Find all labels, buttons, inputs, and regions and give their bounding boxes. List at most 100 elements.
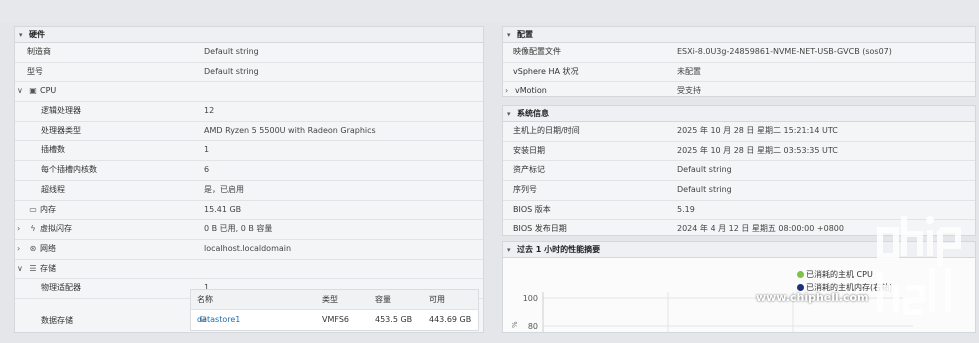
row-vmotion[interactable]: › vMotion 受支持	[503, 82, 975, 101]
system-info-title: 系统信息	[517, 109, 549, 118]
value-hyperthreading: 是，已启用	[204, 184, 244, 194]
label-serial-number: 序列号	[513, 185, 537, 195]
label-cores-per-socket: 每个插槽内核数	[41, 165, 97, 175]
value-asset-tag: Default string	[677, 165, 732, 175]
value-network: localhost.localdomain	[204, 243, 292, 253]
label-physical-adapters: 物理适配器	[41, 283, 81, 293]
row-virtual-flash[interactable]: › ϟ 虚拟闪存 0 B 已用, 0 B 容量	[15, 220, 483, 240]
datastore-table-header: 名称 类型 容量 可用	[191, 290, 478, 310]
col-capacity[interactable]: 容量	[375, 290, 391, 309]
label-image-profile: 映像配置文件	[513, 47, 561, 56]
label-processor-type: 处理器类型	[41, 125, 81, 135]
row-processor-type: 处理器类型 AMD Ryzen 5 5500U with Radeon Grap…	[15, 122, 483, 142]
hardware-title: 硬件	[29, 30, 45, 39]
cpu-icon: ▣	[29, 86, 37, 96]
row-vsphere-ha: vSphere HA 状况 未配置	[503, 63, 975, 83]
chiphell-watermark: www.chiphell.com	[756, 208, 974, 326]
network-globe-icon: ⊛	[29, 243, 37, 253]
label-host-datetime: 主机上的日期/时间	[513, 126, 580, 135]
hardware-panel: ▾ 硬件 制造商 Default string 型号 Default string…	[14, 26, 484, 333]
label-network: 网络	[40, 243, 56, 253]
legend-cpu[interactable]: 已消耗的主机 CPU	[797, 269, 873, 280]
storage-disk-icon: ☰	[29, 263, 37, 273]
label-virtual-flash: 虚拟闪存	[40, 224, 72, 234]
row-hyperthreading: 超线程 是，已启用	[15, 181, 483, 201]
datastore-type: VMFS6	[322, 315, 350, 324]
row-cpu[interactable]: ∨ ▣ CPU	[15, 82, 483, 103]
label-storage: 存储	[40, 263, 56, 273]
label-model: 型号	[27, 66, 43, 76]
value-vmotion: 受支持	[677, 86, 701, 96]
row-host-datetime: 主机上的日期/时间 2025 年 10 月 28 日 星期二 15:21:14 …	[503, 122, 975, 142]
top-toolbar-strip	[0, 0, 979, 22]
collapse-caret-icon[interactable]: ▾	[507, 107, 517, 122]
collapse-caret-icon[interactable]: ▾	[507, 28, 517, 43]
collapse-caret-icon[interactable]: ▾	[507, 243, 517, 258]
expand-chevron-icon[interactable]: ›	[17, 240, 27, 259]
row-memory: ▭ 内存 15.41 GB	[15, 201, 483, 221]
datastore-free: 443.69 GB	[429, 315, 472, 324]
value-install-date: 2025 年 10 月 28 日 星期二 03:53:35 UTC	[677, 145, 838, 155]
value-sockets: 1	[204, 145, 210, 155]
legend-dot-memory	[797, 284, 804, 291]
expand-chevron-icon[interactable]: ∨	[17, 260, 27, 279]
row-asset-tag: 资产标记 Default string	[503, 161, 975, 182]
config-panel: ▾ 配置 映像配置文件 ESXi-8.0U3g-24859861-NVME-NET…	[502, 26, 976, 97]
col-type[interactable]: 类型	[322, 290, 338, 309]
datastore-capacity: 453.5 GB	[375, 315, 413, 324]
label-memory: 内存	[40, 204, 56, 214]
row-install-date: 安装日期 2025 年 10 月 28 日 星期二 03:53:35 UTC	[503, 142, 975, 162]
label-logical-processors: 逻辑处理器	[41, 106, 81, 116]
value-virtual-flash: 0 B 已用, 0 B 容量	[204, 224, 273, 234]
value-image-profile: ESXi-8.0U3g-24859861-NVME-NET-USB-GVCB (…	[677, 47, 892, 56]
label-datastores: 数据存储	[41, 315, 73, 325]
value-cores-per-socket: 6	[204, 165, 210, 175]
config-panel-header[interactable]: ▾ 配置	[503, 27, 975, 43]
performance-title: 过去 1 小时的性能摘要	[517, 245, 601, 254]
row-storage[interactable]: ∨ ☰ 存储	[15, 260, 483, 280]
table-row[interactable]: ⛁ datastore1 VMFS6 453.5 GB 443.69 GB	[191, 310, 478, 329]
value-logical-processors: 12	[204, 106, 215, 116]
value-host-datetime: 2025 年 10 月 28 日 星期二 15:21:14 UTC	[677, 126, 838, 135]
legend-label-cpu: 已消耗的主机 CPU	[806, 270, 873, 279]
row-logical-processors: 逻辑处理器 12	[15, 102, 483, 122]
system-info-panel-header[interactable]: ▾ 系统信息	[503, 106, 975, 122]
collapse-caret-icon[interactable]: ▾	[19, 28, 29, 43]
col-free[interactable]: 可用	[429, 290, 445, 309]
row-cores-per-socket: 每个插槽内核数 6	[15, 161, 483, 181]
row-network[interactable]: › ⊛ 网络 localhost.localdomain	[15, 240, 483, 260]
expand-chevron-icon[interactable]: ∨	[17, 82, 27, 101]
row-model: 型号 Default string	[15, 63, 483, 83]
label-cpu: CPU	[40, 86, 57, 96]
row-sockets: 插槽数 1	[15, 141, 483, 162]
row-serial-number: 序列号 Default string	[503, 181, 975, 201]
col-name[interactable]: 名称	[197, 290, 213, 309]
y-tick-label: 100	[523, 294, 538, 303]
value-serial-number: Default string	[677, 185, 732, 195]
chiphell-logo	[877, 216, 961, 315]
label-bios-version: BIOS 版本	[513, 204, 551, 214]
watermark-url: www.chiphell.com	[756, 291, 869, 304]
label-vsphere-ha: vSphere HA 状况	[513, 66, 579, 76]
value-vsphere-ha: 未配置	[677, 66, 701, 76]
expand-chevron-icon[interactable]: ›	[505, 82, 515, 101]
label-vmotion: vMotion	[515, 86, 547, 96]
label-sockets: 插槽数	[41, 145, 65, 155]
value-processor-type: AMD Ryzen 5 5500U with Radeon Graphics	[204, 125, 376, 135]
value-memory: 15.41 GB	[204, 204, 242, 214]
legend-dot-cpu	[797, 271, 804, 278]
value-manufacturer: Default string	[204, 47, 259, 56]
value-bios-release-date: 2024 年 4 月 12 日 星期五 08:00:00 +0800	[677, 224, 844, 234]
hardware-panel-header[interactable]: ▾ 硬件	[15, 27, 483, 43]
value-bios-version: 5.19	[677, 204, 695, 214]
y-axis-unit: %	[511, 321, 519, 328]
label-install-date: 安装日期	[513, 145, 545, 155]
label-manufacturer: 制造商	[27, 47, 51, 56]
label-hyperthreading: 超线程	[41, 184, 65, 194]
datastore-link[interactable]: datastore1	[197, 310, 240, 329]
datastore-table: 名称 类型 容量 可用 ⛁ datastore1 VMFS6 453.5 GB 4…	[190, 289, 479, 331]
label-asset-tag: 资产标记	[513, 165, 545, 175]
row-image-profile: 映像配置文件 ESXi-8.0U3g-24859861-NVME-NET-USB…	[503, 43, 975, 63]
label-bios-release-date: BIOS 发布日期	[513, 224, 567, 234]
expand-chevron-icon[interactable]: ›	[17, 220, 27, 239]
